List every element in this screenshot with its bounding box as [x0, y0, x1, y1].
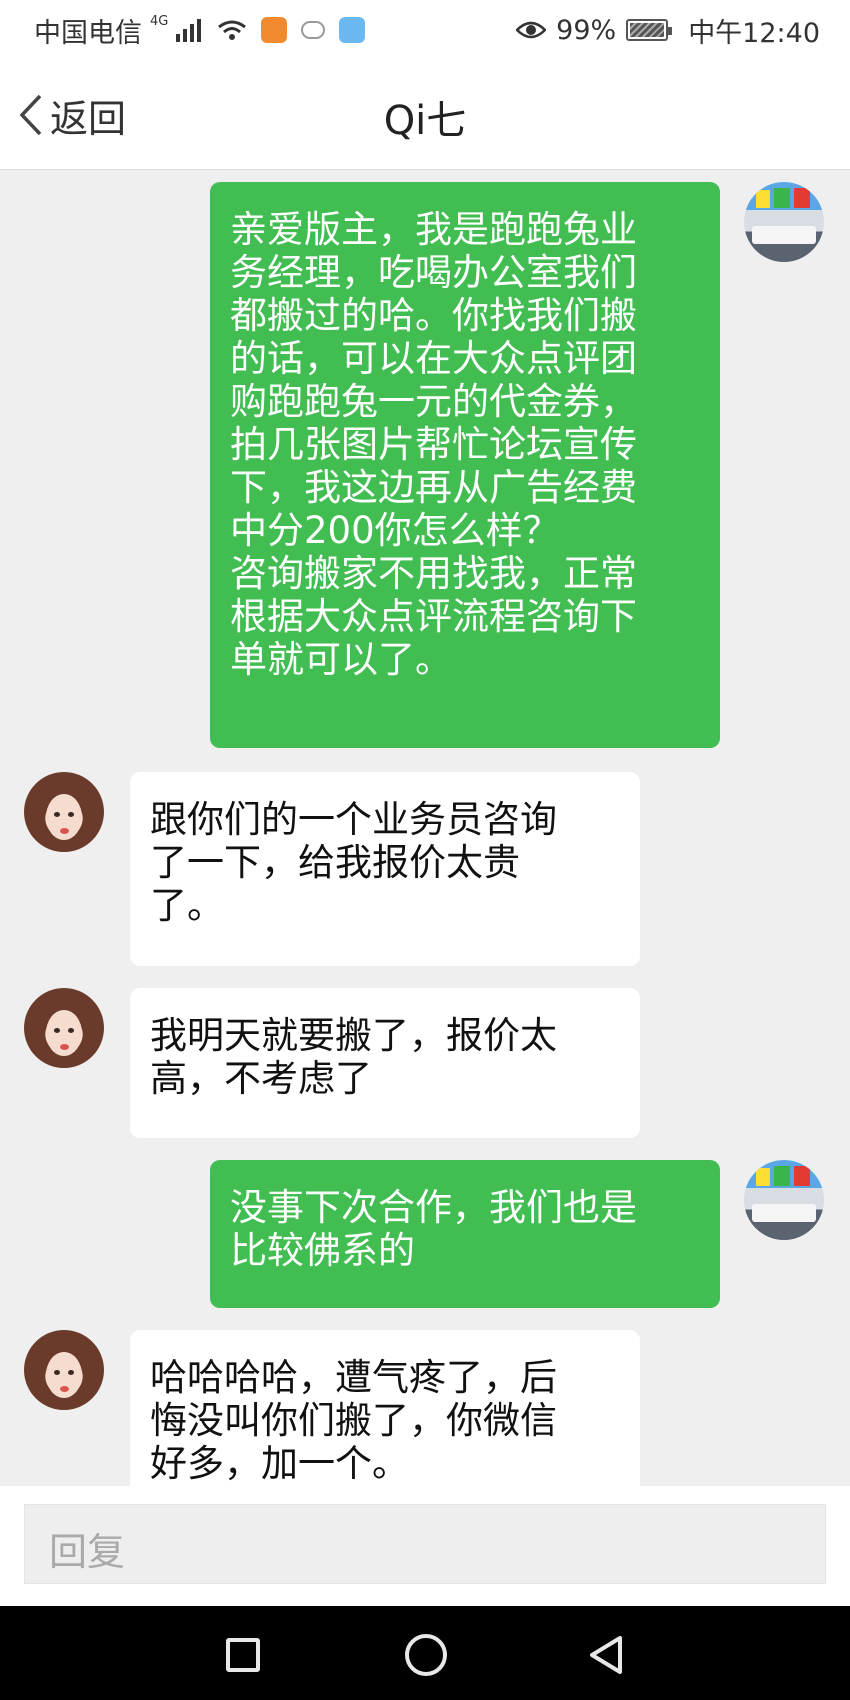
chat-screen: 中国电信 4G 99% 中午12:40 返回 Qi七 亲爱版主，我是跑跑兔业 务…: [0, 0, 850, 1700]
system-nav-bar: [0, 1606, 850, 1700]
avatar[interactable]: [24, 988, 104, 1068]
carrier-label: 中国电信: [34, 17, 142, 49]
recent-apps-icon[interactable]: [226, 1638, 260, 1672]
battery-icon: [626, 19, 673, 41]
avatar[interactable]: [24, 1330, 104, 1410]
message-bubble[interactable]: 没事下次合作，我们也是 比较佛系的: [210, 1160, 720, 1308]
clock: 中午12:40: [688, 17, 820, 49]
message-list[interactable]: 亲爱版主，我是跑跑兔业 务经理，吃喝办公室我们 都搬过的哈。你找我们搬 的话，可…: [0, 170, 850, 1486]
eye-icon: [516, 21, 547, 39]
message-bubble[interactable]: 哈哈哈哈，遭气疼了，后 悔没叫你们搬了，你微信 好多，加一个。: [130, 1330, 640, 1486]
status-left: 中国电信 4G: [34, 11, 366, 50]
avatar[interactable]: [24, 772, 104, 852]
wallet-app-icon: [339, 17, 366, 43]
signal-icon: [176, 18, 202, 42]
message-bubble[interactable]: 我明天就要搬了，报价太 高，不考虑了: [130, 988, 640, 1138]
status-right: 99% 中午12:40: [516, 11, 820, 50]
reply-input[interactable]: 回复: [24, 1504, 826, 1584]
page-title: Qi七: [383, 98, 467, 144]
avatar[interactable]: [744, 182, 824, 262]
home-icon[interactable]: [405, 1634, 447, 1676]
nav-header: 返回 Qi七: [0, 60, 850, 170]
reply-bar: 回复: [0, 1486, 850, 1606]
network-type-label: 4G: [150, 13, 169, 29]
avatar[interactable]: [744, 1160, 824, 1240]
back-icon[interactable]: [586, 1634, 626, 1676]
message-bubble[interactable]: 跟你们的一个业务员咨询 了一下，给我报价太贵 了。: [130, 772, 640, 966]
chat-app-icon: [301, 21, 326, 39]
wifi-icon: [218, 20, 247, 40]
status-bar: 中国电信 4G 99% 中午12:40: [0, 0, 850, 60]
video-app-icon: [261, 17, 288, 43]
battery-percent: 99%: [556, 14, 617, 46]
message-bubble[interactable]: 亲爱版主，我是跑跑兔业 务经理，吃喝办公室我们 都搬过的哈。你找我们搬 的话，可…: [210, 182, 720, 748]
